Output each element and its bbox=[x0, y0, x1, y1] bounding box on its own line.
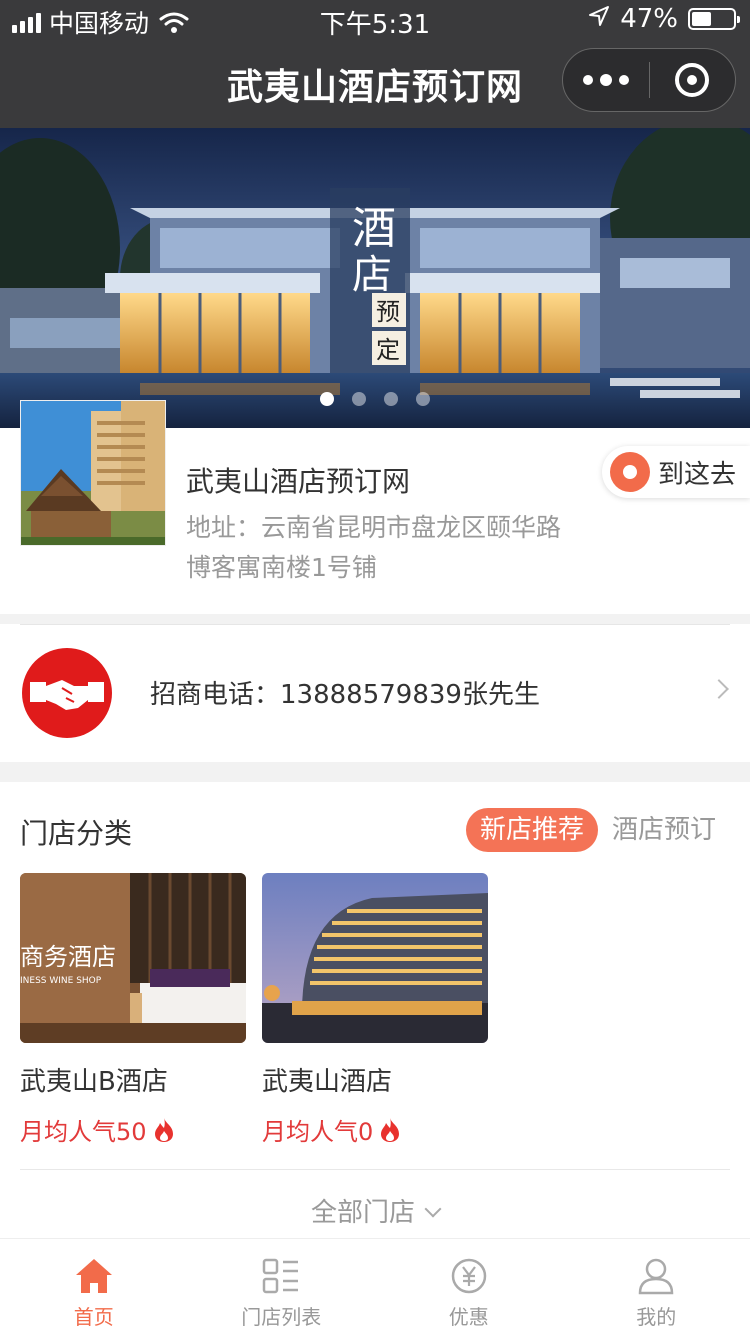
all-stores-label: 全部门店 bbox=[310, 1198, 415, 1228]
popularity-text: 月均人气0 bbox=[262, 1118, 374, 1146]
store-popularity: 月均人气50 bbox=[20, 1112, 246, 1147]
svg-text:定: 定 bbox=[376, 336, 400, 364]
divider bbox=[20, 1169, 730, 1170]
section-title: 门店分类 bbox=[20, 817, 133, 850]
hotel-banner-image: 酒 店 预 定 bbox=[0, 128, 750, 428]
banner-carousel[interactable]: 酒 店 预 定 bbox=[0, 128, 750, 428]
more-button[interactable] bbox=[563, 48, 649, 112]
tab-mine[interactable]: 我的 bbox=[563, 1239, 750, 1334]
tab-store-list[interactable]: 门店列表 bbox=[188, 1239, 376, 1334]
store-card[interactable]: 商务酒店 INESS WINE SHOP 武夷山B酒店 月均人气50 bbox=[20, 873, 246, 1147]
store-address-line: 博客寓南楼1号铺 bbox=[186, 553, 377, 582]
store-card-name: 武夷山B酒店 bbox=[20, 1067, 168, 1097]
store-image: 商务酒店 INESS WINE SHOP bbox=[20, 873, 246, 1043]
app-screen: 中国移动 下午5:31 47% 武夷山酒店预订网 酒 店 预 定 武夷山酒店预订… bbox=[0, 0, 750, 1334]
navigate-label: 到这去 bbox=[657, 459, 736, 490]
battery-percent: 47% bbox=[620, 4, 678, 34]
contact-phone: 招商电话：13888579839张先生 bbox=[150, 680, 540, 710]
store-card-name: 武夷山酒店 bbox=[262, 1067, 393, 1097]
svg-text:预: 预 bbox=[376, 298, 400, 326]
svg-text:INESS WINE SHOP: INESS WINE SHOP bbox=[20, 976, 102, 986]
contact-row[interactable]: 招商电话：13888579839张先生 bbox=[0, 624, 750, 762]
store-image bbox=[262, 873, 488, 1043]
carousel-dot[interactable] bbox=[416, 392, 430, 406]
coupon-icon bbox=[451, 1258, 486, 1294]
battery-fill bbox=[692, 12, 711, 26]
close-button[interactable] bbox=[650, 48, 736, 112]
tab-label: 我的 bbox=[636, 1305, 677, 1329]
handshake-icon bbox=[22, 648, 112, 738]
target-icon bbox=[675, 63, 710, 97]
store-category-section: 门店分类 新店推荐 酒店预订 商务酒店 INESS WINE SHOP 武夷山B… bbox=[0, 782, 750, 1238]
location-arrow-icon bbox=[588, 4, 610, 34]
tab-label: 优惠 bbox=[448, 1305, 489, 1329]
flame-icon bbox=[381, 1117, 400, 1142]
chevron-down-icon bbox=[424, 1200, 442, 1218]
nav-bar: 武夷山酒店预订网 bbox=[0, 40, 750, 128]
home-icon bbox=[75, 1259, 112, 1293]
tab-hotel-booking[interactable]: 酒店预订 bbox=[612, 808, 716, 852]
svg-text:商务酒店: 商务酒店 bbox=[20, 943, 116, 971]
navigate-button[interactable]: 到这去 bbox=[601, 446, 750, 498]
all-stores-button[interactable]: 全部门店 bbox=[0, 1192, 750, 1229]
list-icon bbox=[263, 1258, 299, 1294]
carousel-dot[interactable] bbox=[320, 392, 334, 406]
store-name: 武夷山酒店预订网 bbox=[186, 465, 411, 498]
svg-text:酒: 酒 bbox=[352, 203, 396, 254]
divider bbox=[20, 624, 730, 625]
chevron-right-icon bbox=[709, 679, 729, 699]
location-pin-icon bbox=[609, 452, 650, 492]
flame-icon bbox=[154, 1117, 173, 1142]
profile-icon bbox=[638, 1258, 674, 1295]
bottom-tab-bar: 首页 门店列表 优惠 我的 bbox=[0, 1238, 750, 1334]
status-right: 47% bbox=[588, 4, 740, 34]
battery-icon bbox=[688, 8, 740, 30]
store-card[interactable]: 武夷山酒店 月均人气0 bbox=[262, 873, 488, 1147]
store-address: 地址：云南省昆明市盘龙区颐华路 博客寓南楼1号铺 bbox=[186, 508, 606, 588]
status-bar: 中国移动 下午5:31 47% bbox=[0, 0, 750, 40]
tab-home[interactable]: 首页 bbox=[0, 1239, 188, 1334]
carousel-dot[interactable] bbox=[352, 392, 366, 406]
mini-program-capsule bbox=[562, 48, 736, 112]
tab-label: 首页 bbox=[73, 1305, 114, 1329]
carousel-dot[interactable] bbox=[384, 392, 398, 406]
store-popularity: 月均人气0 bbox=[262, 1112, 488, 1147]
tab-new-store[interactable]: 新店推荐 bbox=[466, 808, 599, 852]
store-info-card: 武夷山酒店预订网 地址：云南省昆明市盘龙区颐华路 博客寓南楼1号铺 到这去 bbox=[0, 400, 750, 614]
tab-discount[interactable]: 优惠 bbox=[375, 1239, 563, 1334]
tab-label: 门店列表 bbox=[241, 1305, 322, 1329]
svg-text:店: 店 bbox=[352, 252, 392, 298]
store-logo-image bbox=[20, 400, 166, 546]
popularity-text: 月均人气50 bbox=[20, 1118, 147, 1146]
store-address-line: 地址：云南省昆明市盘龙区颐华路 bbox=[186, 513, 562, 542]
